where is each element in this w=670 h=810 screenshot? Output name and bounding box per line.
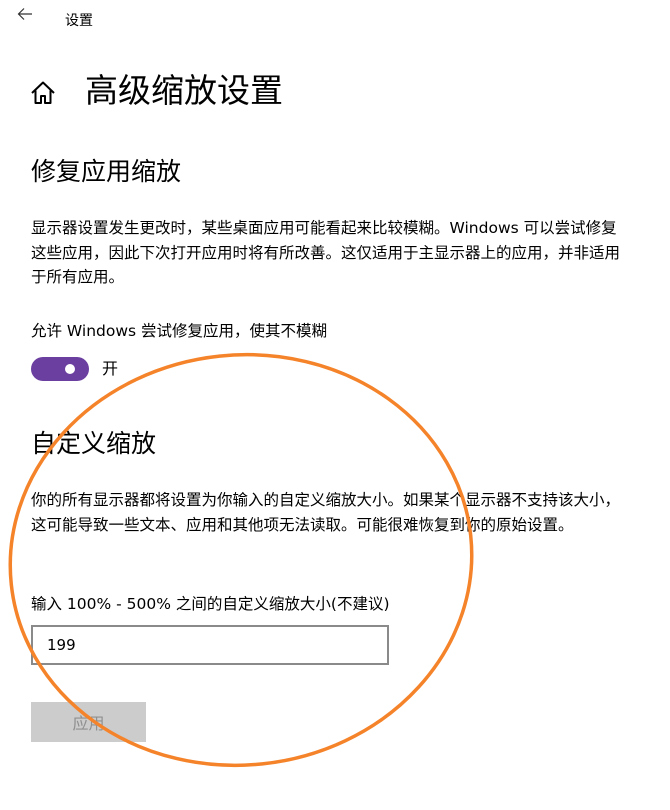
fix-scaling-toggle-label: 允许 Windows 尝试修复应用，使其不模糊 — [31, 322, 328, 340]
back-button[interactable] — [12, 3, 38, 25]
window-title: 设置 — [65, 13, 93, 29]
annotation-ellipse — [8, 352, 474, 768]
settings-page: 设置 高级缩放设置 修复应用缩放 显示器设置发生更改时，某些桌面应用可能看起来比… — [0, 0, 670, 810]
fix-scaling-title: 修复应用缩放 — [31, 157, 182, 186]
page-title: 高级缩放设置 — [85, 71, 283, 110]
custom-scaling-input[interactable] — [31, 625, 389, 665]
home-icon — [31, 81, 55, 104]
home-button[interactable] — [29, 79, 57, 107]
custom-scaling-title: 自定义缩放 — [31, 429, 157, 458]
apply-button[interactable]: 应用 — [31, 702, 146, 742]
toggle-state-label: 开 — [102, 359, 119, 378]
back-arrow-icon — [17, 8, 32, 20]
fix-scaling-description: 显示器设置发生更改时，某些桌面应用可能看起来比较模糊。Windows 可以尝试修… — [31, 219, 621, 286]
custom-scaling-description: 你的所有显示器都将设置为你输入的自定义缩放大小。如果某个显示器不支持该大小，这可… — [31, 491, 621, 534]
custom-scaling-input-label: 输入 100% - 500% 之间的自定义缩放大小(不建议) — [31, 595, 390, 613]
toggle-knob — [65, 364, 75, 374]
fix-scaling-toggle[interactable] — [31, 357, 89, 381]
